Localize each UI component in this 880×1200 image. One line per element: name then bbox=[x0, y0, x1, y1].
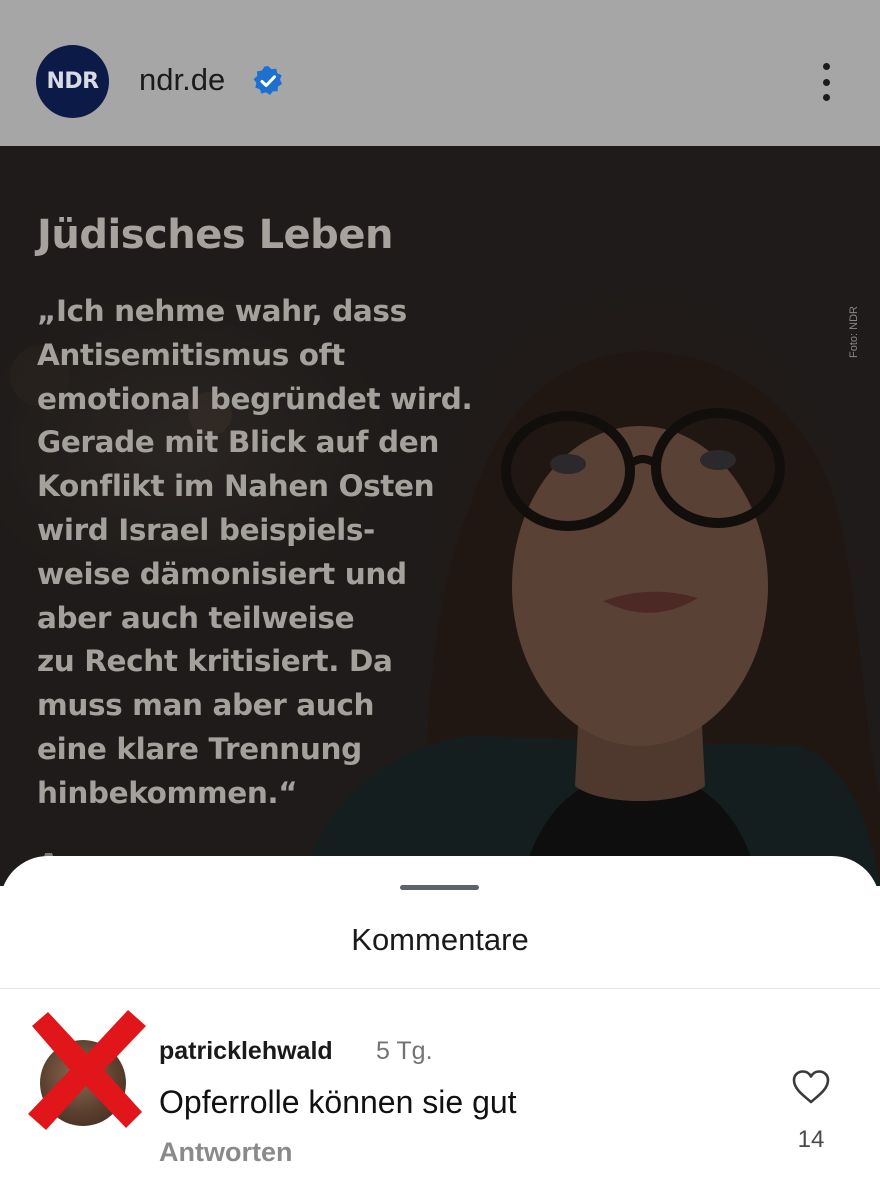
more-options-button[interactable] bbox=[808, 58, 844, 106]
image-heading: Jüdisches Leben bbox=[37, 212, 393, 258]
quote-line: hinbekommen.“ bbox=[37, 775, 298, 810]
comments-sheet: Kommentare patricklehwald 5 Tg. Opferrol… bbox=[0, 856, 880, 1200]
more-vertical-icon bbox=[822, 63, 830, 70]
more-dot bbox=[822, 78, 830, 86]
quote-text: „Ich nehme wahr, dass Antisemitismus oft… bbox=[37, 290, 473, 816]
quote-line: wird Israel beispiels- bbox=[37, 512, 375, 547]
account-name[interactable]: ndr.de bbox=[139, 62, 225, 98]
comment-username[interactable]: patricklehwald bbox=[159, 1037, 333, 1066]
account-avatar[interactable]: NDR bbox=[36, 45, 109, 118]
reply-button[interactable]: Antworten bbox=[159, 1137, 292, 1168]
quote-line: „Ich nehme wahr, dass bbox=[37, 294, 407, 328]
divider bbox=[0, 988, 880, 989]
ndr-logo: NDR bbox=[46, 69, 99, 94]
quote-line: eine klare Trennung bbox=[37, 731, 362, 766]
drag-handle[interactable] bbox=[400, 885, 479, 890]
more-dot bbox=[822, 94, 830, 101]
like-count: 14 bbox=[797, 1126, 825, 1153]
quote-line: zu Recht kritisiert. Da bbox=[37, 644, 393, 679]
quote-line: Gerade mit Blick auf den bbox=[37, 425, 439, 460]
quote-line: Antisemitismus oft bbox=[37, 337, 345, 372]
quote-line: Konflikt im Nahen Osten bbox=[37, 469, 435, 504]
sheet-title: Kommentare bbox=[351, 922, 529, 957]
photo-credit: Foto: NDR bbox=[848, 306, 860, 358]
quote-line: aber auch teilweise bbox=[37, 600, 355, 635]
verified-badge-icon bbox=[253, 66, 282, 95]
quote-line: weise dämonisiert und bbox=[37, 556, 407, 591]
heart-outline-icon[interactable] bbox=[791, 1069, 831, 1105]
quote-line: emotional begründet wird. bbox=[37, 381, 473, 416]
comment-text: Opferrolle können sie gut bbox=[159, 1084, 517, 1120]
quote-line: muss man aber auch bbox=[37, 688, 375, 723]
post-header: NDR ndr.de bbox=[0, 0, 880, 146]
red-cross-mark-icon bbox=[28, 1010, 146, 1130]
comment-timestamp: 5 Tg. bbox=[376, 1037, 433, 1065]
